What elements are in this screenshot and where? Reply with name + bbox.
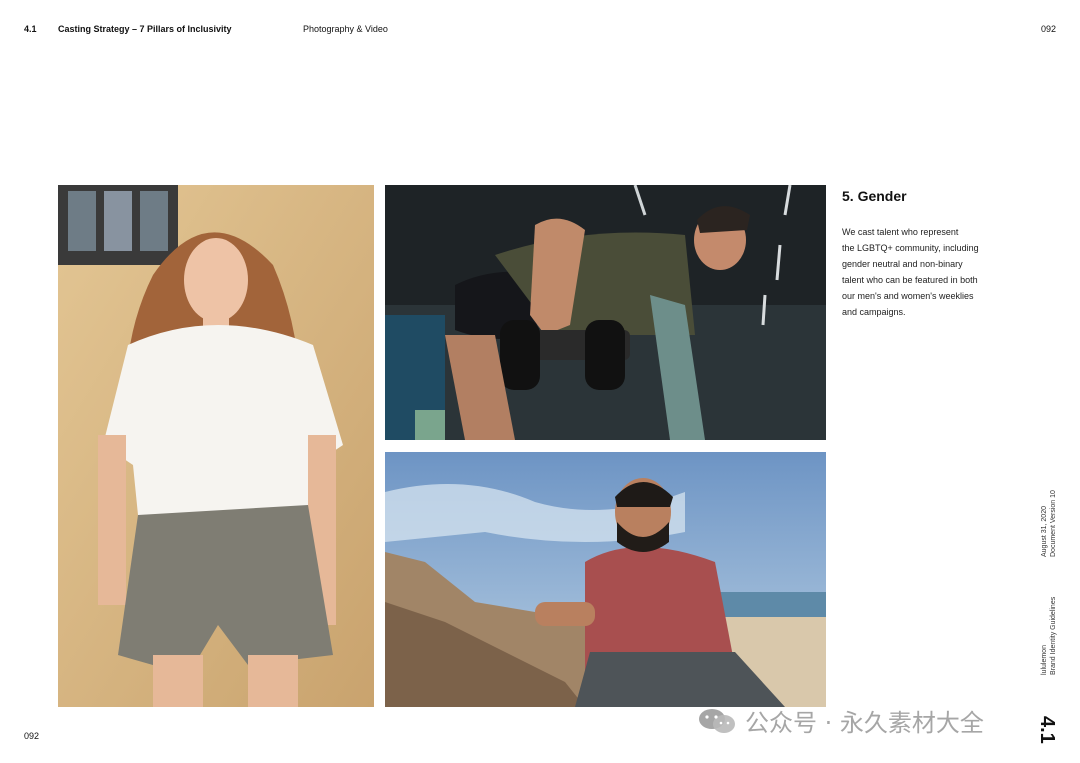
section-heading: 5. Gender: [842, 188, 907, 204]
photo-man-beach: [385, 452, 826, 707]
section-number: 4.1: [24, 24, 37, 34]
document-date: August 31, 2020: [1041, 506, 1048, 557]
watermark: 公众号 · 永久素材大全: [697, 703, 984, 738]
category-label: Photography & Video: [303, 24, 388, 34]
body-line: talent who can be featured in both: [842, 275, 978, 285]
watermark-text: 公众号 · 永久素材大全: [745, 709, 984, 737]
footer-page-number: 092: [24, 731, 40, 741]
photo-man-dumbbell: [385, 185, 826, 440]
wechat-icon: [697, 706, 737, 736]
header-page-number: 092: [1041, 24, 1057, 34]
section-title: Casting Strategy – 7 Pillars of Inclusiv…: [58, 24, 232, 34]
brand-name: lululemon: [1041, 645, 1048, 675]
photo-woman-portrait: [58, 185, 374, 707]
body-line: and campaigns.: [842, 307, 906, 317]
body-line: the LGBTQ+ community, including: [842, 243, 979, 253]
body-line: gender neutral and non-binary: [842, 259, 963, 269]
section-mark: 4.1: [1036, 716, 1058, 744]
body-text: We cast talent who represent the LGBTQ+ …: [842, 224, 1002, 320]
guidelines-title: Brand Identity Guidelines: [1050, 596, 1057, 675]
body-line: our men's and women's weeklies: [842, 291, 974, 301]
document-version: Document Version 10: [1050, 490, 1057, 557]
body-line: We cast talent who represent: [842, 227, 959, 237]
